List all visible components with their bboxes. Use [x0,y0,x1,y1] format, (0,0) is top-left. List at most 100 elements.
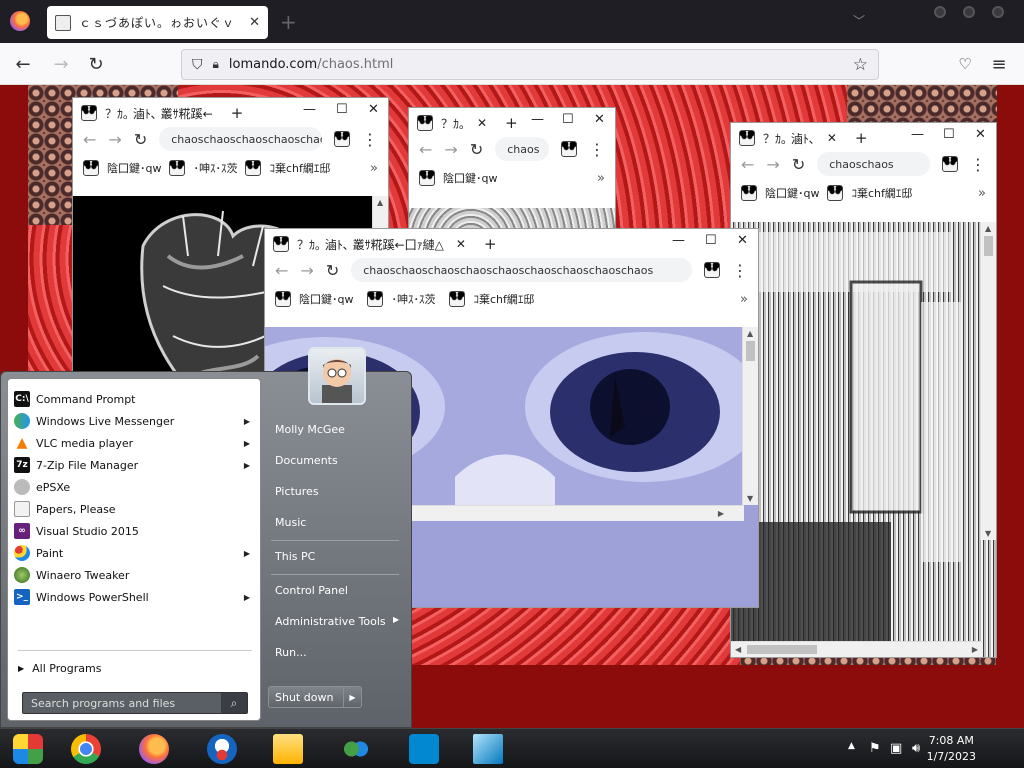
forward-arrow-icon[interactable]: → [50,53,72,75]
action-center-flag-icon[interactable]: ⚑ [869,741,881,756]
tab-list-chevron-down-icon[interactable]: ﹀ [853,12,865,29]
forward-arrow-icon[interactable]: → [766,155,779,174]
start-item-7zip[interactable]: 7z 7-Zip File Manager ▶ [12,454,256,476]
maximize-window-button[interactable] [963,6,975,18]
start-right-user[interactable]: Molly McGee [275,423,345,436]
panda-extension-icon[interactable] [942,156,958,172]
back-arrow-icon[interactable]: ← [741,155,754,174]
reload-icon[interactable]: ↻ [85,53,107,75]
more-menu-icon[interactable]: ⋮ [732,261,748,280]
browser-window-newspaper[interactable]: ？ｶ｡ 滷ﾄ､ ✕ + — ☐ ✕ ← → ↻ chaoschaos ⋮ 陰囗鍵･q… [730,122,997,658]
bookmark-star-icon[interactable]: ☆ [853,55,868,75]
close-button[interactable]: ✕ [368,102,379,117]
panda-extension-icon[interactable] [704,262,720,278]
bookmark-item[interactable]: ｺ棄chf繝ｴ邸 [473,291,534,307]
panda-extension-icon[interactable] [334,131,350,147]
taskbar-chrome[interactable] [60,731,112,767]
window-tab-title[interactable]: ？ｶ｡ 滷ﾄ､ 叢ｻ糀蹊← [105,105,213,122]
taskbar-send-app[interactable] [398,731,450,767]
clock[interactable]: 7:08 AM 1/7/2023 [927,733,976,765]
back-arrow-icon[interactable]: ← [275,261,288,280]
start-item-visual-studio[interactable]: ∞ Visual Studio 2015 [12,520,256,542]
omnibox[interactable]: chaoschaos [817,152,930,176]
url-bar[interactable]: ⛉ 🔒︎ lomando.com/chaos.html ☆ [181,49,879,80]
omnibox[interactable]: chaos [495,137,549,161]
start-right-documents[interactable]: Documents [275,454,338,467]
shield-icon[interactable]: ⛉ [192,57,203,73]
start-item-powershell[interactable]: >_ Windows PowerShell ▶ [12,586,256,608]
omnibox[interactable]: chaoschaoschaoschaoschaoschaoschaoschaos… [351,258,692,282]
show-hidden-icons-chevron-up-icon[interactable]: ▲ [848,741,855,751]
bookmark-item[interactable]: 陰囗鍵･qw [443,170,497,186]
back-arrow-icon[interactable]: ← [419,140,432,159]
firefox-logo-icon[interactable] [10,11,30,31]
horizontal-scrollbar[interactable]: ◀ ▶ [731,641,982,657]
more-menu-icon[interactable]: ⋮ [970,155,986,174]
start-item-winaero-tweaker[interactable]: Winaero Tweaker [12,564,256,586]
start-item-command-prompt[interactable]: C:\ Command Prompt [12,388,256,410]
all-programs-button[interactable]: ▶ All Programs [18,658,101,678]
close-tab-icon[interactable]: ✕ [827,131,837,145]
window-tab-title[interactable]: ？ｶ｡ 滷ﾄ､ [763,130,815,147]
search-icon[interactable]: ⌕ [221,693,247,713]
back-arrow-icon[interactable]: ← [83,130,96,149]
minimize-button[interactable]: — [303,102,316,117]
start-right-this-pc[interactable]: This PC [275,550,315,563]
omnibox[interactable]: chaoschaoschaoschaoschao [159,127,322,151]
more-bookmarks-icon[interactable]: » [370,161,378,176]
reload-icon[interactable]: ↻ [134,130,147,149]
maximize-button[interactable]: ☐ [562,112,574,127]
bookmark-item[interactable]: ･呻ｽ･ｽ茨 [193,160,237,176]
bookmark-item[interactable]: ･呻ｽ･ｽ茨 [391,291,435,307]
more-bookmarks-icon[interactable]: » [978,186,986,201]
bookmark-item[interactable]: 陰囗鍵･qw [765,185,819,201]
taskbar-firefox[interactable] [128,731,180,767]
start-right-control-panel[interactable]: Control Panel [275,584,348,597]
minimize-button[interactable]: — [911,127,924,142]
user-avatar[interactable] [308,347,366,405]
close-button[interactable]: ✕ [594,112,605,127]
lock-icon[interactable]: 🔒︎ [213,57,219,72]
taskbar-file-explorer[interactable] [262,731,314,767]
panda-extension-icon[interactable] [561,141,577,157]
close-tab-icon[interactable]: ✕ [477,116,487,130]
new-tab-button[interactable]: + [505,114,518,132]
reload-icon[interactable]: ↻ [792,155,805,174]
forward-arrow-icon[interactable]: → [444,140,457,159]
maximize-button[interactable]: ☐ [705,233,717,248]
new-tab-button[interactable]: + [855,129,868,147]
maximize-button[interactable]: ☐ [336,102,348,117]
window-tab-title[interactable]: ？ｶ｡ [441,115,465,132]
start-right-administrative-tools[interactable]: Administrative Tools ▶ [275,615,405,628]
pocket-icon[interactable]: ♡ [954,53,976,75]
close-icon[interactable]: ✕ [249,15,260,30]
firefox-tab-active[interactable]: ｃｓづあぽい。ゎおいぐｖ ✕ [47,6,268,39]
new-tab-button[interactable]: + [280,10,297,34]
start-button[interactable] [2,731,54,767]
minimize-window-button[interactable] [934,6,946,18]
bookmark-item[interactable]: ｺ棄chf繝ｴ邸 [851,185,912,201]
minimize-button[interactable]: — [531,112,544,127]
shut-down-options-arrow-icon[interactable]: ▶ [343,687,361,707]
more-bookmarks-icon[interactable]: » [597,171,605,186]
start-item-epsxe[interactable]: ePSXe [12,476,256,498]
start-right-run[interactable]: Run... [275,646,307,659]
close-window-button[interactable] [992,6,1004,18]
vertical-scrollbar[interactable]: ▲ ▼ [742,327,758,505]
start-item-vlc[interactable]: ▲ VLC media player ▶ [12,432,256,454]
more-menu-icon[interactable]: ⋮ [362,130,378,149]
close-tab-icon[interactable]: ✕ [456,237,466,251]
minimize-button[interactable]: — [672,233,685,248]
taskbar-notepad[interactable] [462,731,514,767]
bookmark-item[interactable]: 陰囗鍵･qw [107,160,161,176]
maximize-button[interactable]: ☐ [943,127,955,142]
start-item-windows-live-messenger[interactable]: Windows Live Messenger ▶ [12,410,256,432]
network-icon[interactable]: ▣ [890,741,902,756]
new-tab-button[interactable]: + [231,104,244,122]
close-button[interactable]: ✕ [975,127,986,142]
more-menu-icon[interactable]: ⋮ [589,140,605,159]
bookmark-item[interactable]: 陰囗鍵･qw [299,291,353,307]
start-item-papers-please[interactable]: Papers, Please [12,498,256,520]
start-right-pictures[interactable]: Pictures [275,485,319,498]
forward-arrow-icon[interactable]: → [300,261,313,280]
